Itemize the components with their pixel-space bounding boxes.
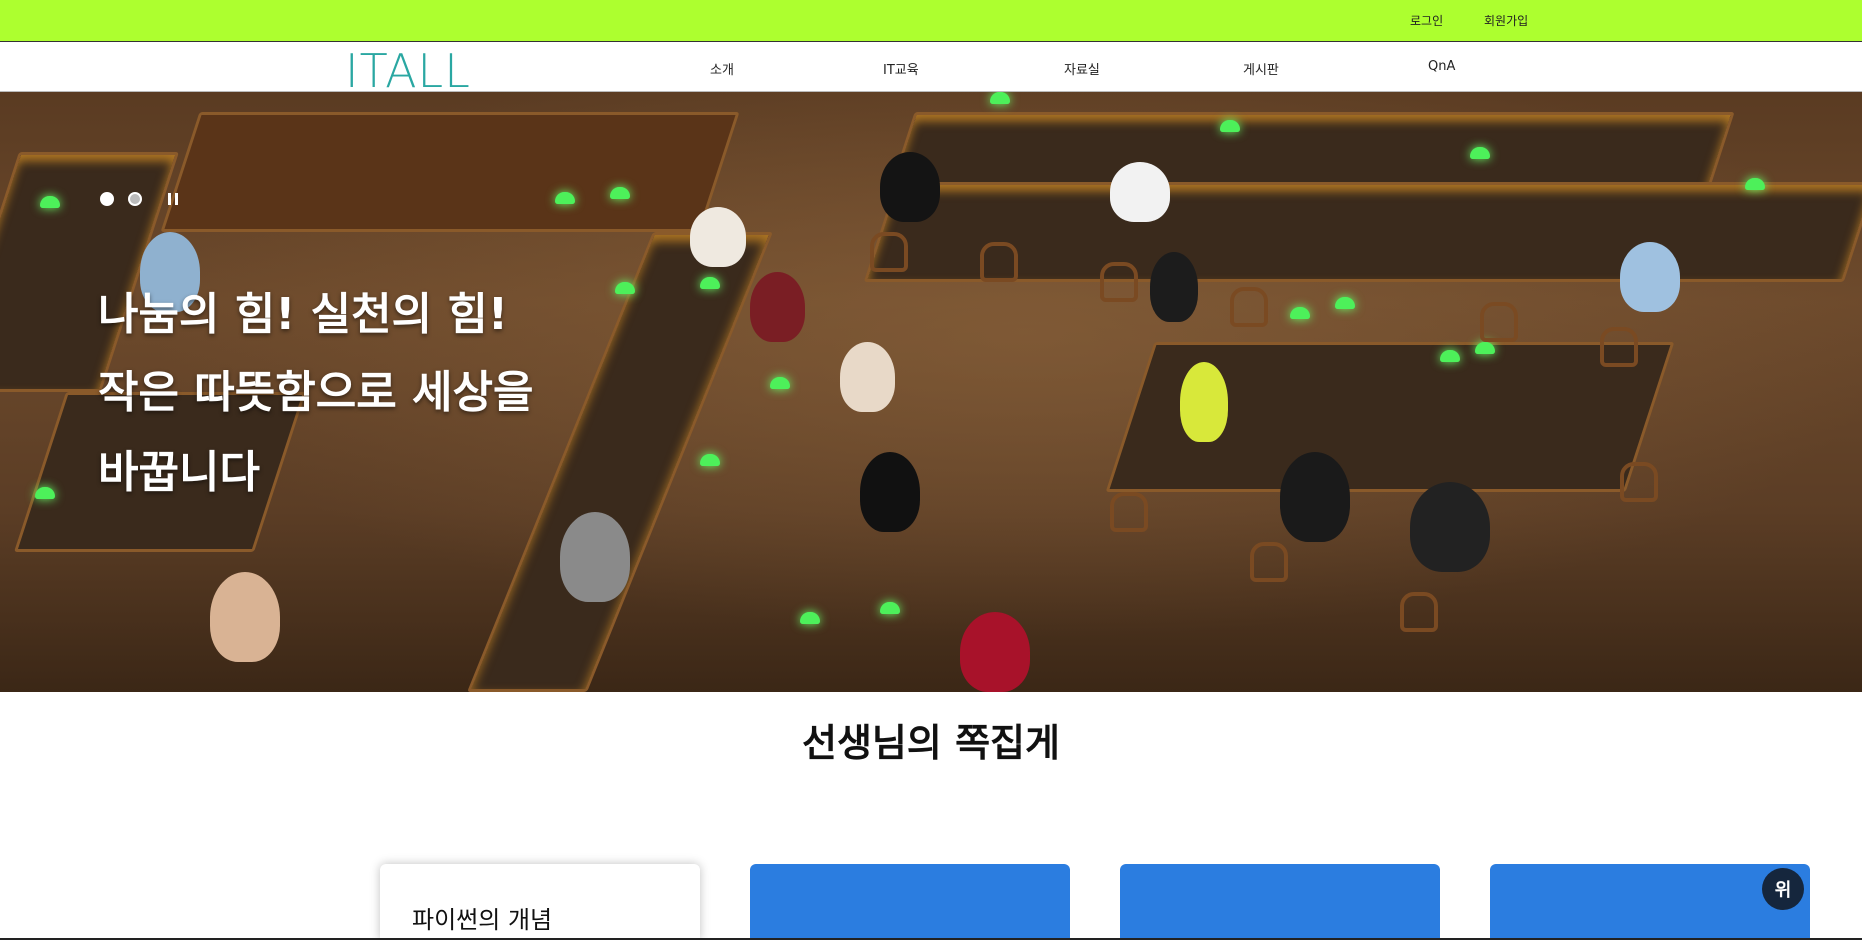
slider-controls [100,192,178,206]
login-link[interactable]: 로그인 [1410,12,1443,29]
decor-lamp [40,196,60,208]
top-utility-bar: 로그인 회원가입 [0,0,1862,42]
decor-lamp [615,282,635,294]
decor-chair [1620,462,1658,502]
scroll-to-top-button[interactable]: 위 [1762,868,1804,910]
decor-lamp [990,92,1010,104]
decor-chair [1400,592,1438,632]
hero-banner: 나눔의 힘! 실천의 힘! 작은 따뜻함으로 세상을 바꿉니다 [0,92,1862,692]
decor-person [750,272,805,342]
decor-lamp [1440,350,1460,362]
pause-icon[interactable] [168,193,178,205]
hero-headline-line-3: 바꿉니다 [98,447,260,498]
decor-person [690,207,746,267]
decor-lamp [610,187,630,199]
decor-chair [1110,492,1148,532]
decor-person [880,152,940,222]
decor-person [1410,482,1490,572]
decor-person [1110,162,1170,222]
decor-lamp [700,454,720,466]
decor-lamp [1220,120,1240,132]
tip-card-3[interactable] [1120,864,1440,940]
decor-chair [1100,262,1138,302]
decor-lamp [1475,342,1495,354]
nav-item-it-education[interactable]: IT교육 [883,59,919,78]
decor-chair [1250,542,1288,582]
tip-card-title: 파이썬의 개념 [412,906,553,934]
decor-person [1620,242,1680,312]
decor-reading-desk [160,112,740,232]
decor-person [210,572,280,662]
decor-lamp [1745,178,1765,190]
main-navbar: ITALL 소개 IT교육 자료실 게시판 QnA [0,42,1862,98]
slider-dot-2[interactable] [128,192,142,206]
decor-lamp [555,192,575,204]
tip-card-4[interactable] [1490,864,1810,940]
site-logo[interactable]: ITALL [345,44,471,98]
decor-lamp [35,487,55,499]
decor-person [840,342,895,412]
nav-item-board[interactable]: 게시판 [1243,59,1279,78]
decor-lamp [1290,307,1310,319]
decor-chair [1600,327,1638,367]
nav-item-about[interactable]: 소개 [710,59,734,78]
slider-dot-1[interactable] [100,192,114,206]
decor-lamp [1470,147,1490,159]
decor-lamp [1335,297,1355,309]
decor-person [1180,362,1228,442]
signup-link[interactable]: 회원가입 [1484,12,1528,29]
tip-card-1[interactable]: 파이썬의 개념 [380,864,700,940]
nav-item-resources[interactable]: 자료실 [1064,59,1100,78]
section-title: 선생님의 쪽집게 [802,721,1060,765]
decor-lamp [800,612,820,624]
decor-chair [870,232,908,272]
decor-chair [1480,302,1518,342]
decor-chair [980,242,1018,282]
hero-headline-line-2: 작은 따뜻함으로 세상을 [98,367,534,418]
decor-lamp [880,602,900,614]
decor-lamp [700,277,720,289]
decor-chair [1230,287,1268,327]
decor-lamp [770,377,790,389]
decor-person [560,512,630,602]
nav-item-qna[interactable]: QnA [1428,59,1455,74]
decor-person [860,452,920,532]
hero-headline-line-1: 나눔의 힘! 실천의 힘! [98,289,508,340]
tip-card-2[interactable] [750,864,1070,940]
decor-person [1150,252,1198,322]
decor-person [960,612,1030,692]
decor-person [1280,452,1350,542]
